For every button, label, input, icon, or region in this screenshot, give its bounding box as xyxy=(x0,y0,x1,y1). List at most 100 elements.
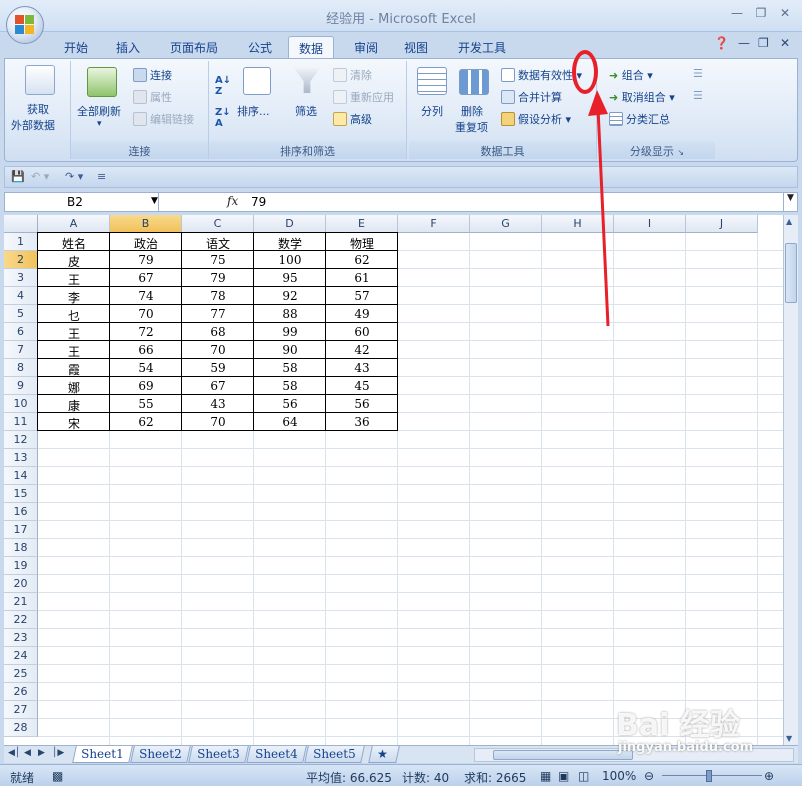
column-header[interactable]: D xyxy=(254,215,326,233)
column-header[interactable]: G xyxy=(470,215,542,233)
cell[interactable]: 62 xyxy=(326,251,398,269)
row-header[interactable]: 27 xyxy=(4,701,38,719)
text-to-columns-button[interactable]: 分列 xyxy=(421,103,443,119)
select-all-corner[interactable] xyxy=(4,215,38,233)
zoom-level[interactable]: 100% xyxy=(602,769,636,783)
cell[interactable]: 36 xyxy=(326,413,398,431)
get-external-button[interactable]: 获取 xyxy=(27,101,49,117)
cell[interactable]: 69 xyxy=(110,377,182,395)
sheet-tab[interactable]: Sheet2 xyxy=(130,746,191,763)
row-header[interactable]: 25 xyxy=(4,665,38,683)
row-header[interactable]: 19 xyxy=(4,557,38,575)
zoom-slider-thumb[interactable] xyxy=(706,770,712,782)
cell[interactable]: 皮 xyxy=(38,251,110,269)
column-header[interactable]: E xyxy=(326,215,398,233)
cell[interactable]: 54 xyxy=(110,359,182,377)
row-header[interactable]: 14 xyxy=(4,467,38,485)
cell[interactable]: 95 xyxy=(254,269,326,287)
row-header[interactable]: 15 xyxy=(4,485,38,503)
column-header[interactable]: B xyxy=(110,215,182,233)
cell[interactable]: 42 xyxy=(326,341,398,359)
cell[interactable]: 67 xyxy=(110,269,182,287)
row-header[interactable]: 23 xyxy=(4,629,38,647)
tab-7[interactable]: 开发工具 xyxy=(448,36,516,58)
cell[interactable]: 物理 xyxy=(326,233,398,251)
data-validation-button[interactable]: 数据有效性 ▾ xyxy=(501,67,582,83)
cell[interactable]: 数学 xyxy=(254,233,326,251)
cell[interactable]: 49 xyxy=(326,305,398,323)
redo-icon[interactable]: ↷ ▾ xyxy=(65,170,83,183)
cell[interactable]: 娜 xyxy=(38,377,110,395)
customize-qat-icon[interactable]: ≡ xyxy=(97,170,106,183)
row-header[interactable]: 11 xyxy=(4,413,38,431)
sheet-tab[interactable]: Sheet3 xyxy=(188,746,249,763)
get-external-label2[interactable]: 外部数据 xyxy=(11,117,55,133)
first-sheet-icon[interactable]: ◀│ xyxy=(8,748,20,758)
name-box[interactable]: B2 xyxy=(5,193,159,211)
office-button[interactable] xyxy=(6,6,44,44)
vertical-scroll-thumb[interactable] xyxy=(785,243,797,303)
cell[interactable]: 58 xyxy=(254,359,326,377)
formula-input[interactable]: 79 xyxy=(251,195,266,209)
row-header[interactable]: 10 xyxy=(4,395,38,413)
sort-az-icon[interactable]: A↓ Z xyxy=(215,75,231,97)
tab-0[interactable]: 开始 xyxy=(54,36,98,58)
undo-icon[interactable]: ↶ ▾ xyxy=(31,170,49,183)
cell[interactable]: 92 xyxy=(254,287,326,305)
column-header[interactable]: J xyxy=(686,215,758,233)
advanced-button[interactable]: 高级 xyxy=(333,111,372,127)
what-if-button[interactable]: 假设分析 ▾ xyxy=(501,111,571,127)
row-header[interactable]: 26 xyxy=(4,683,38,701)
cell[interactable]: 70 xyxy=(182,341,254,359)
tab-2[interactable]: 页面布局 xyxy=(160,36,228,58)
sort-button[interactable]: 排序... xyxy=(237,103,270,119)
cell[interactable]: 王 xyxy=(38,323,110,341)
cell[interactable]: 乜 xyxy=(38,305,110,323)
cell[interactable]: 100 xyxy=(254,251,326,269)
row-header[interactable]: 24 xyxy=(4,647,38,665)
cell[interactable]: 78 xyxy=(182,287,254,305)
cell[interactable]: 55 xyxy=(110,395,182,413)
cell[interactable]: 90 xyxy=(254,341,326,359)
zoom-in-icon[interactable]: ⊕ xyxy=(764,769,774,783)
insert-sheet-icon[interactable]: ★ xyxy=(368,746,400,763)
ribbon-minimize-icon[interactable]: — xyxy=(738,36,750,50)
help-icon[interactable]: ❓ xyxy=(714,36,729,50)
row-header[interactable]: 4 xyxy=(4,287,38,305)
row-header[interactable]: 18 xyxy=(4,539,38,557)
macro-record-icon[interactable]: ▩ xyxy=(52,769,63,783)
row-header[interactable]: 20 xyxy=(4,575,38,593)
cell[interactable]: 99 xyxy=(254,323,326,341)
minimize-icon[interactable]: — xyxy=(726,6,748,24)
column-header[interactable]: C xyxy=(182,215,254,233)
cell[interactable]: 74 xyxy=(110,287,182,305)
insert-function-icon[interactable]: fx xyxy=(227,194,238,208)
connections-button[interactable]: 连接 xyxy=(133,67,172,83)
ribbon-close-icon[interactable]: ✕ xyxy=(780,36,790,50)
row-header[interactable]: 7 xyxy=(4,341,38,359)
cell[interactable]: 64 xyxy=(254,413,326,431)
tab-4[interactable]: 数据 xyxy=(288,36,335,58)
close-icon[interactable]: ✕ xyxy=(774,6,796,24)
cell[interactable]: 77 xyxy=(182,305,254,323)
cell[interactable]: 79 xyxy=(110,251,182,269)
cell[interactable]: 姓名 xyxy=(38,233,110,251)
tab-3[interactable]: 公式 xyxy=(238,36,282,58)
filter-button[interactable]: 筛选 xyxy=(295,103,317,119)
zoom-out-icon[interactable]: ⊖ xyxy=(644,769,654,783)
sheet-tab[interactable]: Sheet1 xyxy=(72,746,133,763)
prev-sheet-icon[interactable]: ◀ xyxy=(24,748,31,758)
restore-icon[interactable]: ❐ xyxy=(750,6,772,24)
sheet-tab[interactable]: Sheet5 xyxy=(304,746,365,763)
row-header[interactable]: 21 xyxy=(4,593,38,611)
cell[interactable]: 56 xyxy=(326,395,398,413)
cell[interactable]: 70 xyxy=(182,413,254,431)
remove-duplicates-label2[interactable]: 重复项 xyxy=(455,119,488,135)
row-header[interactable]: 22 xyxy=(4,611,38,629)
cell[interactable]: 43 xyxy=(326,359,398,377)
cell[interactable]: 88 xyxy=(254,305,326,323)
next-sheet-icon[interactable]: ▶ xyxy=(38,748,45,758)
row-header[interactable]: 1 xyxy=(4,233,38,251)
cell[interactable]: 79 xyxy=(182,269,254,287)
cell[interactable]: 宋 xyxy=(38,413,110,431)
